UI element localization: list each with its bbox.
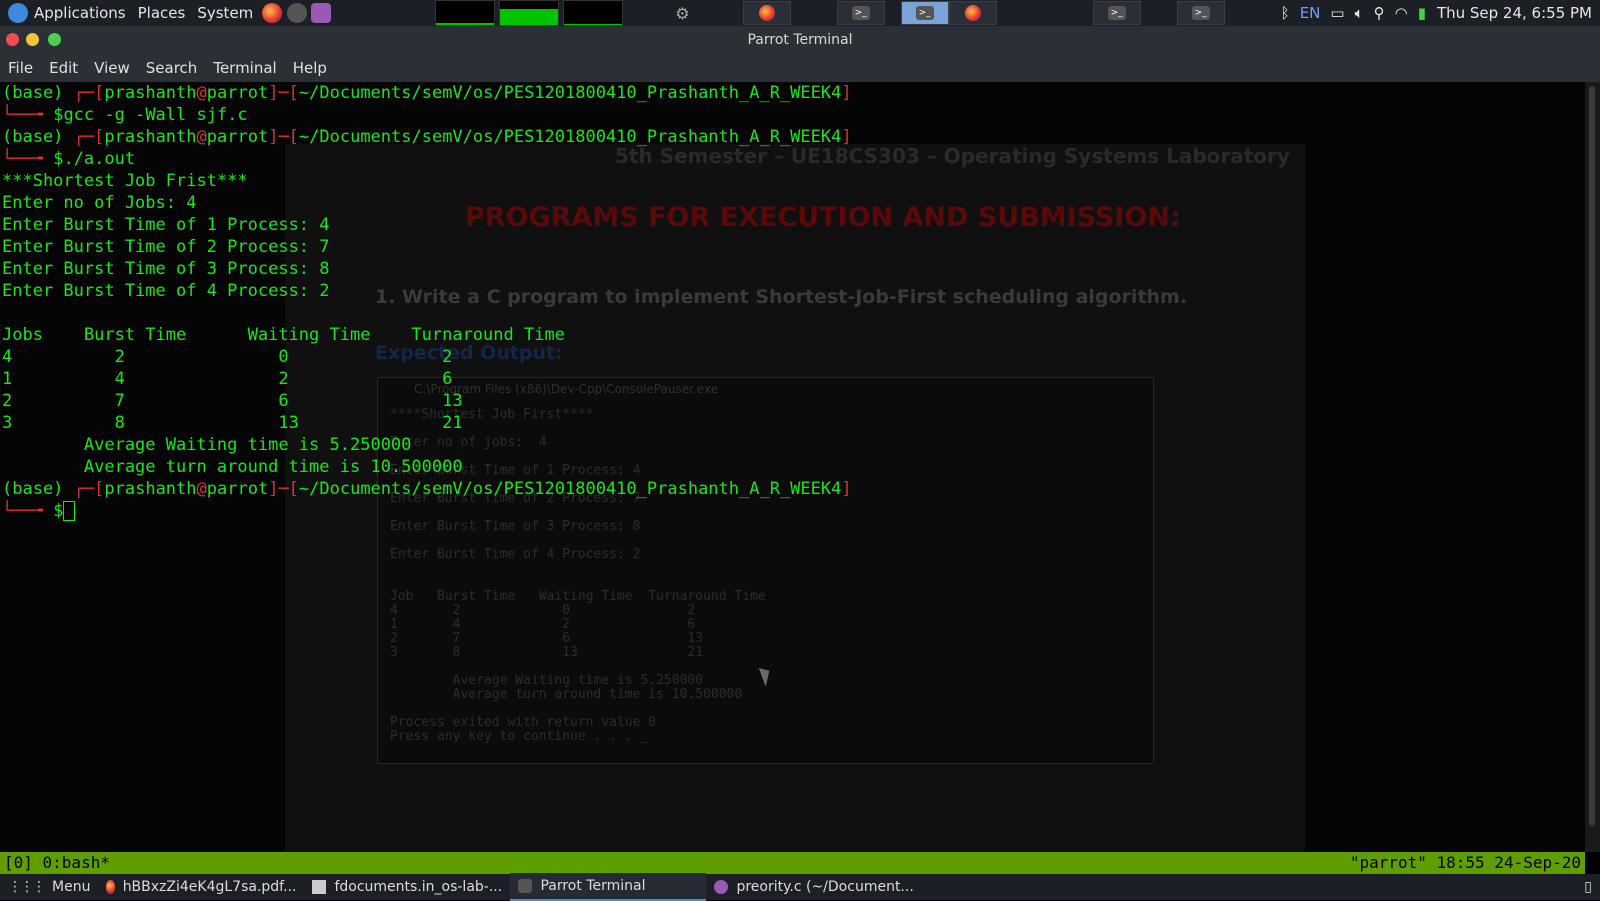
command-run: ./a.out	[63, 149, 136, 169]
output-line: Enter Burst Time of 2 Process: 7	[2, 237, 330, 257]
window-titlebar[interactable]: Parrot Terminal	[0, 26, 1600, 54]
prompt-line: (base) ┌─[prashanth@parrot]─[~/Documents…	[2, 127, 852, 147]
menu-label: Menu	[52, 879, 91, 895]
terminal-output: (base) ┌─[prashanth@parrot]─[~/Documents…	[2, 83, 852, 521]
display-icon[interactable]: ▭	[1330, 4, 1344, 22]
workspace-terminal-active[interactable]: >_	[900, 1, 949, 25]
workspace-terminal-1[interactable]: >_	[836, 1, 885, 25]
menubar: File Edit View Search Terminal Help	[0, 54, 1600, 82]
prompt-line: (base) ┌─[prashanth@parrot]─[~/Documents…	[2, 479, 852, 499]
document-icon	[312, 880, 327, 894]
output-line: Enter Burst Time of 1 Process: 4	[2, 215, 330, 235]
taskbar-item-label: hBBxzZi4eK4gL7sa.pdf...	[122, 879, 297, 895]
taskbar-item-label: fdocuments.in_os-lab-...	[334, 879, 503, 895]
output-line: Enter Burst Time of 4 Process: 2	[2, 281, 330, 301]
menu-terminal[interactable]: Terminal	[205, 59, 284, 77]
command-compile: gcc -g -Wall sjf.c	[63, 105, 248, 125]
workspace-firefox-2[interactable]	[948, 1, 997, 25]
firefox-icon	[106, 880, 115, 894]
terminal-launcher-icon[interactable]	[287, 3, 308, 23]
text-editor-launcher-icon[interactable]	[311, 3, 332, 23]
table-header: Jobs Burst Time Waiting Time Turnaround …	[2, 325, 565, 345]
text-editor-icon	[714, 880, 729, 894]
applications-label: Applications	[34, 4, 126, 22]
volume-icon[interactable]: 🔈︎	[1355, 4, 1364, 22]
taskbar-item-label: preority.c (~/Document...	[736, 879, 914, 895]
text-cursor	[63, 501, 76, 521]
output-line: ***Shortest Job Frist***	[2, 171, 248, 191]
average-turnaround-line: Average turn around time is 10.500000	[2, 457, 463, 477]
terminal-area[interactable]: 5th Semester – UE18CS303 – Operating Sys…	[0, 82, 1585, 852]
parrot-logo-icon	[8, 3, 28, 23]
table-row: 1 4 2 6	[2, 369, 453, 389]
terminal-icon: >_	[851, 6, 870, 20]
top-panel: Applications Places System ⚙ >_ >_ >_ >_…	[0, 0, 1600, 26]
firefox-icon	[758, 5, 775, 21]
table-row: 4 2 0 2	[2, 347, 453, 367]
firefox-icon	[964, 5, 981, 21]
location-icon[interactable]: ⚲	[1374, 4, 1385, 22]
taskbar-item-firefox-pdf[interactable]: hBBxzZi4eK4gL7sa.pdf...	[98, 874, 304, 900]
places-menu[interactable]: Places	[132, 0, 192, 26]
applications-menu[interactable]: Applications	[0, 0, 132, 26]
taskbar-item-label: Parrot Terminal	[540, 878, 646, 894]
terminal-scrollbar[interactable]	[1585, 82, 1600, 852]
workspace-terminal-2[interactable]: >_	[1092, 1, 1141, 25]
terminal-icon: >_	[1191, 6, 1210, 20]
terminal-icon	[518, 879, 533, 893]
menu-help[interactable]: Help	[285, 59, 335, 77]
tmux-window-list[interactable]: [0] 0:bash*	[4, 852, 110, 874]
table-row: 2 7 6 13	[2, 391, 463, 411]
output-line: Enter no of Jobs: 4	[2, 193, 197, 213]
network-graph	[563, 0, 624, 26]
cpu-graph	[435, 0, 496, 26]
menu-file[interactable]: File	[0, 59, 41, 77]
average-waiting-line: Average Waiting time is 5.250000	[2, 435, 412, 455]
firefox-launcher-icon[interactable]	[262, 3, 283, 23]
taskbar-item-editor[interactable]: preority.c (~/Document...	[706, 874, 922, 900]
menu-search[interactable]: Search	[138, 59, 206, 77]
workspace-terminal-3[interactable]: >_	[1176, 1, 1225, 25]
output-line: Enter Burst Time of 3 Process: 8	[2, 259, 330, 279]
system-menu[interactable]: System	[191, 0, 259, 26]
battery-icon[interactable]: ▮	[1418, 4, 1426, 22]
terminal-icon: >_	[1107, 6, 1126, 20]
bluetooth-icon[interactable]: ᛒ	[1281, 4, 1290, 22]
bottom-taskbar: ⋮⋮⋮ Menu hBBxzZi4eK4gL7sa.pdf... fdocume…	[0, 873, 1600, 901]
menu-view[interactable]: View	[86, 59, 138, 77]
menu-button[interactable]: ⋮⋮⋮ Menu	[0, 874, 98, 900]
memory-graph	[499, 0, 560, 26]
show-desktop-icon[interactable]: ▯	[1584, 879, 1592, 895]
taskbar-item-terminal[interactable]: Parrot Terminal	[510, 873, 707, 901]
menu-edit[interactable]: Edit	[41, 59, 86, 77]
scrollbar-thumb[interactable]	[1589, 86, 1595, 826]
gear-icon[interactable]: ⚙	[675, 4, 689, 23]
tmux-status-right: "parrot" 18:55 24-Sep-20	[1349, 853, 1581, 872]
taskbar-item-document[interactable]: fdocuments.in_os-lab-...	[304, 874, 510, 900]
tmux-status-bar: [0] 0:bash* "parrot" 18:55 24-Sep-20	[0, 852, 1585, 874]
table-row: 3 8 13 21	[2, 413, 463, 433]
workspace-firefox[interactable]	[742, 1, 791, 25]
wifi-icon[interactable]: ◠	[1395, 4, 1408, 22]
terminal-icon: >_	[915, 6, 934, 20]
grid-menu-icon: ⋮⋮⋮	[8, 879, 46, 895]
window-title: Parrot Terminal	[747, 32, 853, 48]
clock[interactable]: Thu Sep 24, 6:55 PM	[1437, 4, 1592, 22]
keyboard-layout-indicator[interactable]: EN	[1300, 4, 1321, 22]
prompt-line: (base) ┌─[prashanth@parrot]─[~/Documents…	[2, 83, 852, 103]
